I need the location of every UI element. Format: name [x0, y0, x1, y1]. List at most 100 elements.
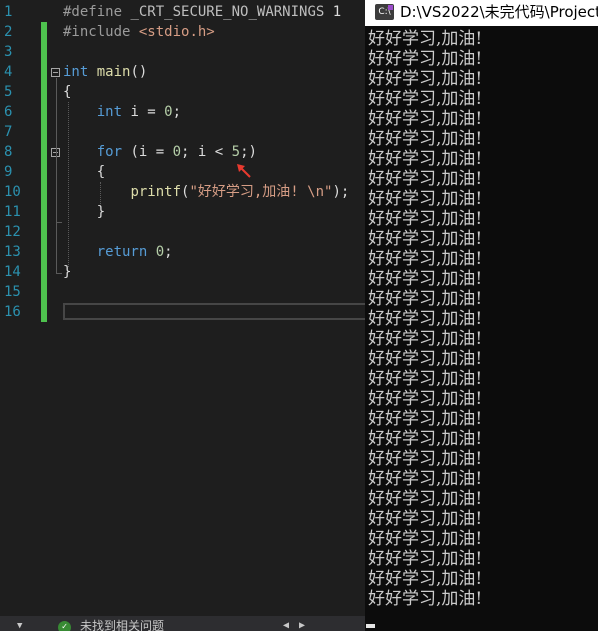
include-header: <stdio.h>: [138, 24, 215, 40]
console-output-line: 好好学习,加油!: [368, 529, 483, 549]
issue-nav-arrows-icon[interactable]: ◀ ▶: [283, 620, 307, 631]
code-line-14: }: [63, 262, 365, 282]
code-line-8: for (i = 0; i < 5;): [63, 142, 365, 162]
code-line-13: return 0;: [63, 242, 365, 262]
line-number: 15: [4, 284, 21, 300]
number-literal: 0: [155, 244, 165, 260]
code-line-10: printf("好好学习,加油! \n");: [63, 182, 365, 202]
line-number: 7: [4, 124, 13, 140]
code-line-6: int i = 0;: [63, 102, 365, 122]
line-number: 6: [4, 104, 13, 120]
punctuation: ;: [172, 104, 182, 120]
line-number: 16: [4, 304, 21, 320]
console-output-line: 好好学习,加油!: [368, 429, 483, 449]
code-line-1: #define _CRT_SECURE_NO_WARNINGS 1: [63, 2, 365, 22]
function-name: main: [96, 64, 131, 80]
fold-line-end: [56, 273, 62, 274]
status-bar: [0, 616, 365, 631]
console-output-line: 好好学习,加油!: [368, 249, 483, 269]
line-number: 14: [4, 264, 21, 280]
brace: {: [63, 84, 72, 100]
fold-line: [56, 78, 57, 273]
change-indicator-bar: [41, 22, 47, 322]
check-circle-icon: ✓: [58, 621, 71, 631]
console-output-line: 好好学习,加油!: [368, 29, 483, 49]
line-number: 9: [4, 164, 13, 180]
chevron-down-icon[interactable]: ▼: [17, 621, 22, 631]
console-output-line: 好好学习,加油!: [368, 209, 483, 229]
line-number: 10: [4, 184, 21, 200]
line-number: 8: [4, 144, 13, 160]
punctuation: (): [130, 64, 148, 80]
console-app-icon: C:\: [375, 4, 394, 20]
console-output-line: 好好学习,加油!: [368, 189, 483, 209]
preprocessor-directive: #define: [63, 4, 123, 20]
console-output-line: 好好学习,加油!: [368, 129, 483, 149]
console-title-bar[interactable]: C:\ D:\VS2022\未完代码\Project: [365, 0, 598, 26]
function-name: printf: [130, 184, 182, 200]
console-cursor: [366, 624, 375, 628]
keyword: for: [96, 144, 123, 160]
console-output-line: 好好学习,加油!: [368, 109, 483, 129]
number-literal: 0: [172, 144, 182, 160]
console-output-line: 好好学习,加油!: [368, 449, 483, 469]
macro-name: _CRT_SECURE_NO_WARNINGS: [130, 4, 325, 20]
console-output-line: 好好学习,加油!: [368, 89, 483, 109]
console-output-line: 好好学习,加油!: [368, 289, 483, 309]
console-output-line: 好好学习,加油!: [368, 349, 483, 369]
console-output-line: 好好学习,加油!: [368, 389, 483, 409]
annotation-arrow-icon: [237, 164, 251, 178]
console-window[interactable]: C:\ D:\VS2022\未完代码\Project 好好学习,加油! 好好学习,…: [365, 0, 598, 631]
issues-status-text[interactable]: 未找到相关问题: [80, 619, 164, 631]
console-output-line: 好好学习,加油!: [368, 229, 483, 249]
console-window-title: D:\VS2022\未完代码\Project: [400, 3, 598, 21]
punctuation: );: [332, 184, 350, 200]
console-output-line: 好好学习,加油!: [368, 569, 483, 589]
fold-collapse-icon[interactable]: [51, 68, 60, 77]
line-number: 1: [4, 4, 13, 20]
brace: }: [96, 204, 106, 220]
line-number: 5: [4, 84, 13, 100]
console-output: 好好学习,加油! 好好学习,加油! 好好学习,加油! 好好学习,加油! 好好学习,加油!…: [368, 29, 482, 609]
line-number: 3: [4, 44, 13, 60]
code-line-5: {: [63, 82, 365, 102]
current-line-highlight: [63, 303, 365, 320]
code-line-2: #include <stdio.h>: [63, 22, 365, 42]
line-number: 2: [4, 24, 13, 40]
keyword: return: [96, 244, 148, 260]
console-output-line: 好好学习,加油!: [368, 469, 483, 489]
code-text: (i =: [130, 144, 173, 160]
code-line-9: {: [63, 162, 365, 182]
line-number: 11: [4, 204, 21, 220]
line-number: 4: [4, 64, 13, 80]
line-number: 13: [4, 244, 21, 260]
console-output-line: 好好学习,加油!: [368, 49, 483, 69]
code-editor[interactable]: 1 2 3 4 5 6 7 8 9 10 11 12 13 14 15 16 #define _CRT_SEC…: [0, 0, 365, 631]
console-output-line: 好好学习,加油!: [368, 589, 483, 609]
code-area[interactable]: #define _CRT_SECURE_NO_WARNINGS 1 #inclu…: [63, 2, 365, 322]
console-output-line: 好好学习,加油!: [368, 509, 483, 529]
brace: }: [63, 264, 72, 280]
console-output-line: 好好学习,加油!: [368, 329, 483, 349]
console-output-line: 好好学习,加油!: [368, 409, 483, 429]
line-number-gutter: 1 2 3 4 5 6 7 8 9 10 11 12 13 14 15 16: [0, 2, 24, 322]
macro-value: 1: [332, 4, 342, 20]
preprocessor-directive: #include: [63, 24, 131, 40]
number-literal: 0: [164, 104, 173, 120]
string-literal: "好好学习,加油! \n": [189, 184, 333, 200]
console-output-line: 好好学习,加油!: [368, 69, 483, 89]
keyword: int: [63, 64, 89, 80]
console-output-line: 好好学习,加油!: [368, 269, 483, 289]
punctuation: ;): [240, 144, 257, 160]
code-text: i =: [130, 104, 165, 120]
code-line-11: }: [63, 202, 365, 222]
brace: {: [96, 164, 106, 180]
console-output-line: 好好学习,加油!: [368, 149, 483, 169]
code-line-4: int main(): [63, 62, 365, 82]
console-output-line: 好好学习,加油!: [368, 549, 483, 569]
console-output-line: 好好学习,加油!: [368, 489, 483, 509]
